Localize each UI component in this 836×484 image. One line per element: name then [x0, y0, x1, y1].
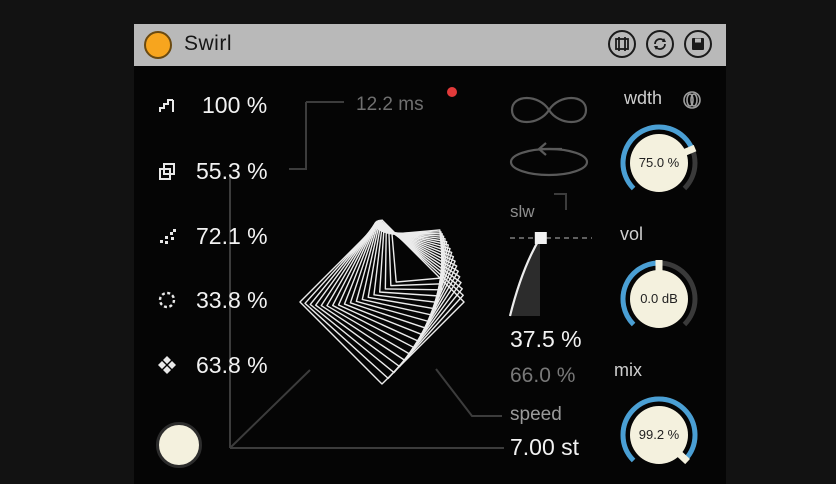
param-value[interactable]: 63.8 %: [196, 352, 268, 379]
swirl-device: Swirl 100 % 55.3 % 72.1 % 33.8 % 63.8 % …: [134, 24, 726, 484]
alert-dot: [447, 87, 457, 97]
curve-slider[interactable]: [506, 224, 596, 324]
speed-label: speed: [510, 404, 562, 425]
slow-mode-label: slw: [510, 202, 535, 221]
dotted-circle-icon: [156, 289, 178, 311]
stairs-icon: [156, 94, 178, 116]
param-value[interactable]: 55.3 %: [196, 158, 268, 185]
slider-thumb[interactable]: [534, 232, 547, 244]
param-value[interactable]: 72.1 %: [196, 223, 268, 250]
swirl-visualization: [299, 219, 465, 385]
circular-arrow-icon[interactable]: [506, 136, 592, 185]
slider-value-secondary[interactable]: 66.0 %: [510, 364, 575, 388]
knob-indicator: [681, 144, 697, 157]
mix-label: mix: [614, 360, 642, 380]
width-knob-value: 75.0 %: [638, 155, 680, 170]
speed-value[interactable]: 7.00 st: [510, 434, 579, 461]
param-value[interactable]: 100 %: [202, 92, 267, 119]
scatter-dots-icon: [156, 225, 178, 247]
slider-value-primary[interactable]: 37.5 %: [510, 326, 582, 353]
trigger-button[interactable]: [156, 422, 202, 468]
vol-knob-value: 0.0 dB: [640, 291, 678, 306]
width-label: wdth: [624, 88, 663, 108]
checker-diamond-icon: [156, 354, 178, 376]
time-value[interactable]: 12.2 ms: [356, 94, 424, 116]
link-rings-icon[interactable]: [682, 90, 702, 115]
copy-stack-icon: [156, 160, 178, 182]
knob-indicator: [675, 450, 690, 465]
vol-label: vol: [620, 224, 644, 244]
swirl-square: [299, 219, 465, 385]
param-value[interactable]: 33.8 %: [196, 287, 268, 314]
mix-knob-value: 99.2 %: [638, 427, 680, 442]
infinity-loop-icon[interactable]: [506, 90, 592, 135]
